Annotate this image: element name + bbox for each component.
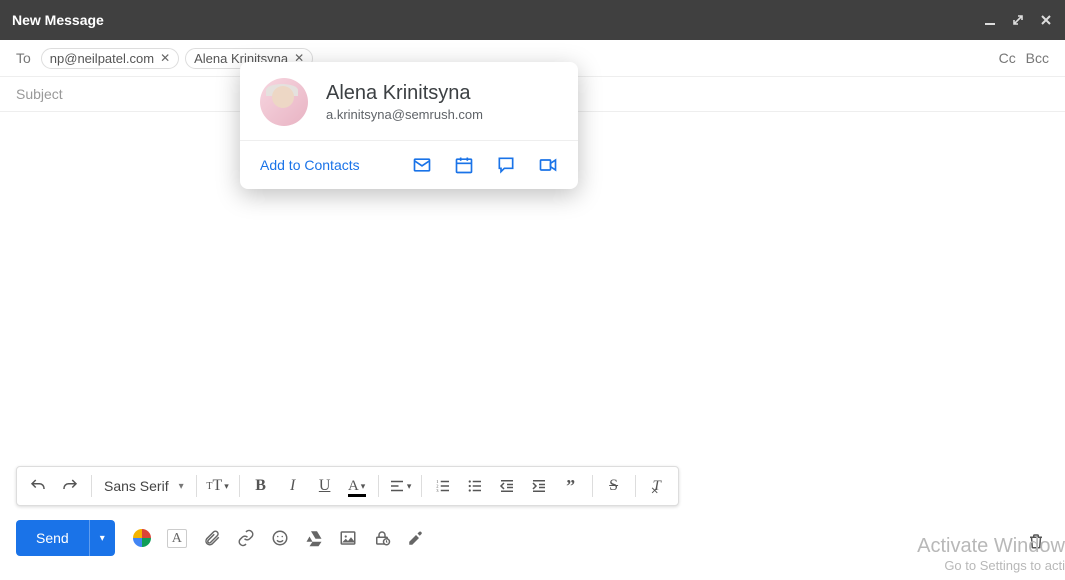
strikethrough-button[interactable]: S bbox=[599, 471, 629, 501]
minimize-icon[interactable] bbox=[983, 13, 997, 27]
chevron-down-icon: ▾ bbox=[179, 481, 184, 492]
quote-button[interactable]: ” bbox=[556, 471, 586, 501]
formatting-toggle-button[interactable] bbox=[133, 529, 151, 547]
link-icon[interactable] bbox=[237, 529, 255, 547]
font-select[interactable]: Sans Serif ▾ bbox=[98, 478, 190, 494]
underline-button[interactable]: U bbox=[310, 471, 340, 501]
send-button[interactable]: Send bbox=[16, 520, 89, 556]
text-style-button[interactable]: A bbox=[167, 529, 187, 548]
font-select-label: Sans Serif bbox=[104, 478, 169, 494]
recipient-chip[interactable]: np@neilpatel.com ✕ bbox=[41, 48, 179, 69]
chat-icon[interactable] bbox=[496, 155, 516, 175]
confidential-icon[interactable] bbox=[373, 529, 391, 547]
signature-icon[interactable] bbox=[407, 529, 425, 547]
to-label: To bbox=[16, 50, 31, 66]
cc-button[interactable]: Cc bbox=[999, 50, 1016, 66]
window-titlebar: New Message bbox=[0, 0, 1065, 40]
clear-format-button[interactable]: T✕ bbox=[642, 471, 672, 501]
cc-bcc-group: Cc Bcc bbox=[993, 50, 1049, 66]
svg-text:3: 3 bbox=[436, 488, 439, 493]
redo-button[interactable] bbox=[55, 471, 85, 501]
font-size-button[interactable]: TT▾ bbox=[203, 471, 233, 501]
email-icon[interactable] bbox=[412, 155, 432, 175]
watermark-line2: Go to Settings to acti bbox=[917, 558, 1065, 574]
align-button[interactable]: ▾ bbox=[385, 471, 415, 501]
calendar-icon[interactable] bbox=[454, 155, 474, 175]
bold-button[interactable]: B bbox=[246, 471, 276, 501]
undo-button[interactable] bbox=[23, 471, 53, 501]
avatar bbox=[260, 78, 308, 126]
image-icon[interactable] bbox=[339, 529, 357, 547]
discard-button[interactable] bbox=[1027, 532, 1045, 550]
hovercard-email: a.krinitsyna@semrush.com bbox=[326, 107, 483, 122]
send-button-group: Send ▾ bbox=[16, 520, 115, 556]
window-controls bbox=[983, 13, 1053, 27]
numbered-list-button[interactable]: 123 bbox=[428, 471, 458, 501]
window-title: New Message bbox=[12, 12, 104, 28]
chip-text: np@neilpatel.com bbox=[50, 51, 154, 66]
compose-actions: Send ▾ A bbox=[16, 520, 1049, 556]
add-to-contacts-button[interactable]: Add to Contacts bbox=[260, 157, 360, 173]
indent-more-button[interactable] bbox=[524, 471, 554, 501]
indent-less-button[interactable] bbox=[492, 471, 522, 501]
close-icon[interactable] bbox=[1039, 13, 1053, 27]
video-icon[interactable] bbox=[538, 155, 558, 175]
hovercard-name: Alena Krinitsyna bbox=[326, 82, 483, 105]
formatting-toolbar: Sans Serif ▾ TT▾ B I U A▾ ▾ 123 ” S T✕ bbox=[16, 466, 679, 506]
popout-icon[interactable] bbox=[1011, 13, 1025, 27]
bcc-button[interactable]: Bcc bbox=[1026, 50, 1049, 66]
emoji-icon[interactable] bbox=[271, 529, 289, 547]
bullet-list-button[interactable] bbox=[460, 471, 490, 501]
contact-hovercard: Alena Krinitsyna a.krinitsyna@semrush.co… bbox=[240, 62, 578, 189]
drive-icon[interactable] bbox=[305, 529, 323, 547]
send-options-button[interactable]: ▾ bbox=[89, 520, 115, 556]
text-color-button[interactable]: A▾ bbox=[342, 471, 372, 501]
chip-remove-icon[interactable]: ✕ bbox=[160, 51, 170, 65]
italic-button[interactable]: I bbox=[278, 471, 308, 501]
attach-icon[interactable] bbox=[203, 529, 221, 547]
